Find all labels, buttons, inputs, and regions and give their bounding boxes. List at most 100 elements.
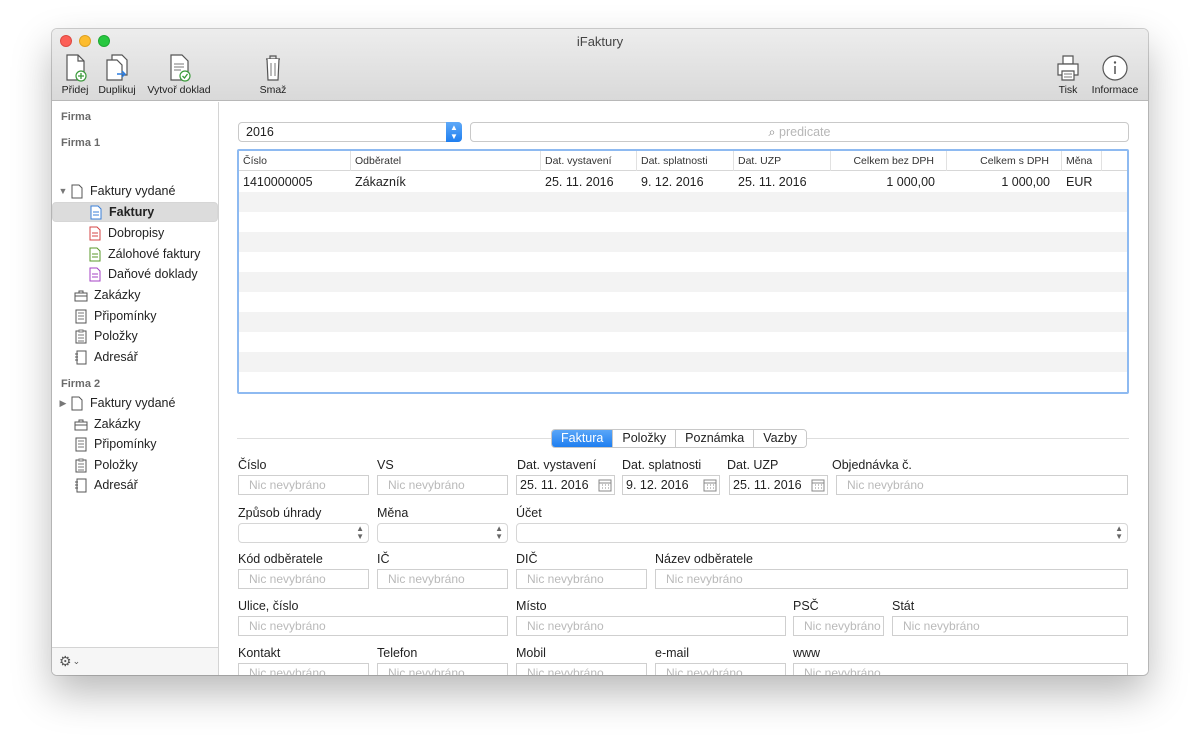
tab-items[interactable]: Položky bbox=[613, 430, 677, 447]
email-label: e-mail bbox=[655, 646, 690, 660]
expand-triangle-icon[interactable]: ▶ bbox=[56, 398, 70, 409]
info-label: Informace bbox=[1091, 84, 1139, 96]
phone-field[interactable] bbox=[377, 663, 508, 675]
info-button[interactable]: Informace bbox=[1080, 53, 1148, 96]
sidebar-item-issued-invoices-2[interactable]: ▶ Faktury vydané bbox=[52, 393, 218, 413]
number-field[interactable] bbox=[238, 475, 369, 495]
contact-field[interactable] bbox=[238, 663, 369, 675]
firm-2-header: Firma 2 bbox=[61, 378, 101, 390]
sidebar-action-menu[interactable]: ⚙ ⌄ bbox=[52, 647, 218, 675]
column-header-total-with-vat[interactable]: Celkem s DPH bbox=[947, 151, 1062, 171]
column-header-currency[interactable]: Měna bbox=[1062, 151, 1102, 171]
mobile-field[interactable] bbox=[516, 663, 647, 675]
sidebar-item-address-book-2[interactable]: Adresář bbox=[52, 475, 218, 495]
column-header-total-without-vat[interactable]: Celkem bez DPH bbox=[831, 151, 947, 171]
uzp-date-value: 25. 11. 2016 bbox=[733, 478, 802, 492]
column-header-number[interactable]: Číslo bbox=[239, 151, 351, 171]
email-field[interactable] bbox=[655, 663, 786, 675]
uzp-date-field[interactable]: 25. 11. 2016 bbox=[729, 475, 828, 495]
customer-name-field[interactable] bbox=[655, 569, 1128, 589]
currency-select[interactable]: ▲ ▼ bbox=[377, 523, 508, 543]
sidebar-item-label: Dobropisy bbox=[108, 226, 165, 240]
duplicate-button[interactable]: Duplikuj bbox=[82, 53, 152, 96]
sidebar-item-label: Adresář bbox=[94, 478, 138, 492]
sidebar: Firma Firma 1 ▼ Faktury vydané Faktury D… bbox=[52, 102, 219, 675]
calendar-icon[interactable] bbox=[598, 478, 612, 492]
issue-date-field[interactable]: 25. 11. 2016 bbox=[516, 475, 615, 495]
sidebar-item-label: Daňové doklady bbox=[108, 267, 198, 281]
table-row[interactable]: 1410000005 Zákazník 25. 11. 2016 9. 12. … bbox=[239, 172, 1127, 192]
cell-total-without-vat: 1 000,00 bbox=[886, 175, 935, 189]
table-row-empty bbox=[239, 312, 1127, 332]
sidebar-item-credit-notes[interactable]: Dobropisy bbox=[52, 223, 218, 243]
cell-issue-date: 25. 11. 2016 bbox=[545, 175, 614, 189]
clipboard-icon bbox=[75, 329, 87, 343]
dic-label: DIČ bbox=[516, 552, 538, 566]
delete-label: Smaž bbox=[259, 84, 287, 96]
table-row-empty bbox=[239, 292, 1127, 312]
column-header-issue-date[interactable]: Dat. vystavení bbox=[541, 151, 637, 171]
order-number-field[interactable] bbox=[836, 475, 1128, 495]
city-field[interactable] bbox=[516, 616, 786, 636]
due-date-label: Dat. splatnosti bbox=[622, 458, 702, 472]
dic-field[interactable] bbox=[516, 569, 647, 589]
account-select[interactable]: ▲ ▼ bbox=[516, 523, 1128, 543]
sidebar-item-label: Položky bbox=[94, 329, 138, 343]
briefcase-icon bbox=[74, 419, 88, 430]
www-field[interactable] bbox=[793, 663, 1128, 675]
duplicate-label: Duplikuj bbox=[98, 84, 136, 96]
phone-label: Telefon bbox=[377, 646, 418, 660]
calendar-icon[interactable] bbox=[703, 478, 717, 492]
street-field[interactable] bbox=[238, 616, 508, 636]
address-book-icon bbox=[75, 350, 87, 364]
mobile-label: Mobil bbox=[516, 646, 546, 660]
due-date-value: 9. 12. 2016 bbox=[626, 478, 689, 492]
sidebar-item-reminders[interactable]: Připomínky bbox=[52, 306, 218, 326]
sidebar-item-label: Zakázky bbox=[94, 417, 141, 431]
search-field[interactable]: ⌕ predicate bbox=[470, 122, 1129, 142]
create-document-label: Vytvoř doklad bbox=[147, 84, 211, 96]
sidebar-item-reminders-2[interactable]: Připomínky bbox=[52, 434, 218, 454]
table-row-empty bbox=[239, 352, 1127, 372]
tab-note[interactable]: Poznámka bbox=[676, 430, 755, 447]
expand-triangle-icon[interactable]: ▼ bbox=[56, 186, 70, 196]
cell-currency: EUR bbox=[1066, 175, 1093, 189]
zip-field[interactable] bbox=[793, 616, 884, 636]
customer-code-field[interactable] bbox=[238, 569, 369, 589]
sidebar-item-orders-2[interactable]: Zakázky bbox=[52, 414, 218, 434]
column-header-customer[interactable]: Odběratel bbox=[351, 151, 541, 171]
sidebar-item-address-book[interactable]: Adresář bbox=[52, 347, 218, 367]
sidebar-header: Firma bbox=[61, 111, 91, 123]
gear-icon[interactable]: ⚙ bbox=[59, 653, 72, 670]
detail-tabs: Faktura Položky Poznámka Vazby bbox=[551, 429, 808, 448]
create-document-button[interactable]: Vytvoř doklad bbox=[144, 53, 214, 96]
sidebar-item-items[interactable]: Položky bbox=[52, 326, 218, 346]
calendar-icon[interactable] bbox=[811, 478, 825, 492]
delete-button[interactable]: Smaž bbox=[238, 53, 308, 96]
invoices-table[interactable]: Číslo Odběratel Dat. vystavení Dat. spla… bbox=[237, 149, 1129, 394]
www-label: www bbox=[793, 646, 821, 660]
sidebar-item-invoices[interactable]: Faktury bbox=[52, 202, 218, 222]
column-header-due-date[interactable]: Dat. splatnosti bbox=[637, 151, 734, 171]
column-header-uzp-date[interactable]: Dat. UZP bbox=[734, 151, 831, 171]
sidebar-item-issued-invoices[interactable]: ▼ Faktury vydané bbox=[52, 181, 218, 201]
sidebar-item-tax-documents[interactable]: Daňové doklady bbox=[52, 264, 218, 284]
tab-invoice[interactable]: Faktura bbox=[552, 430, 614, 447]
chevron-down-icon[interactable]: ⌄ bbox=[73, 656, 81, 667]
table-row-empty bbox=[239, 372, 1127, 392]
sidebar-item-orders[interactable]: Zakázky bbox=[52, 285, 218, 305]
briefcase-icon bbox=[74, 290, 88, 301]
sidebar-item-label: Faktury vydané bbox=[90, 396, 176, 410]
sidebar-item-label: Zálohové faktury bbox=[108, 247, 201, 261]
year-select[interactable]: 2016 ▲ ▼ bbox=[238, 122, 462, 142]
ic-field[interactable] bbox=[377, 569, 508, 589]
tab-links[interactable]: Vazby bbox=[754, 430, 807, 447]
country-field[interactable] bbox=[892, 616, 1128, 636]
info-icon bbox=[1102, 55, 1128, 81]
due-date-field[interactable]: 9. 12. 2016 bbox=[622, 475, 720, 495]
sidebar-item-items-2[interactable]: Položky bbox=[52, 455, 218, 475]
street-label: Ulice, číslo bbox=[238, 599, 299, 613]
vs-field[interactable] bbox=[377, 475, 508, 495]
sidebar-item-advance-invoices[interactable]: Zálohové faktury bbox=[52, 244, 218, 264]
payment-method-select[interactable]: ▲ ▼ bbox=[238, 523, 369, 543]
